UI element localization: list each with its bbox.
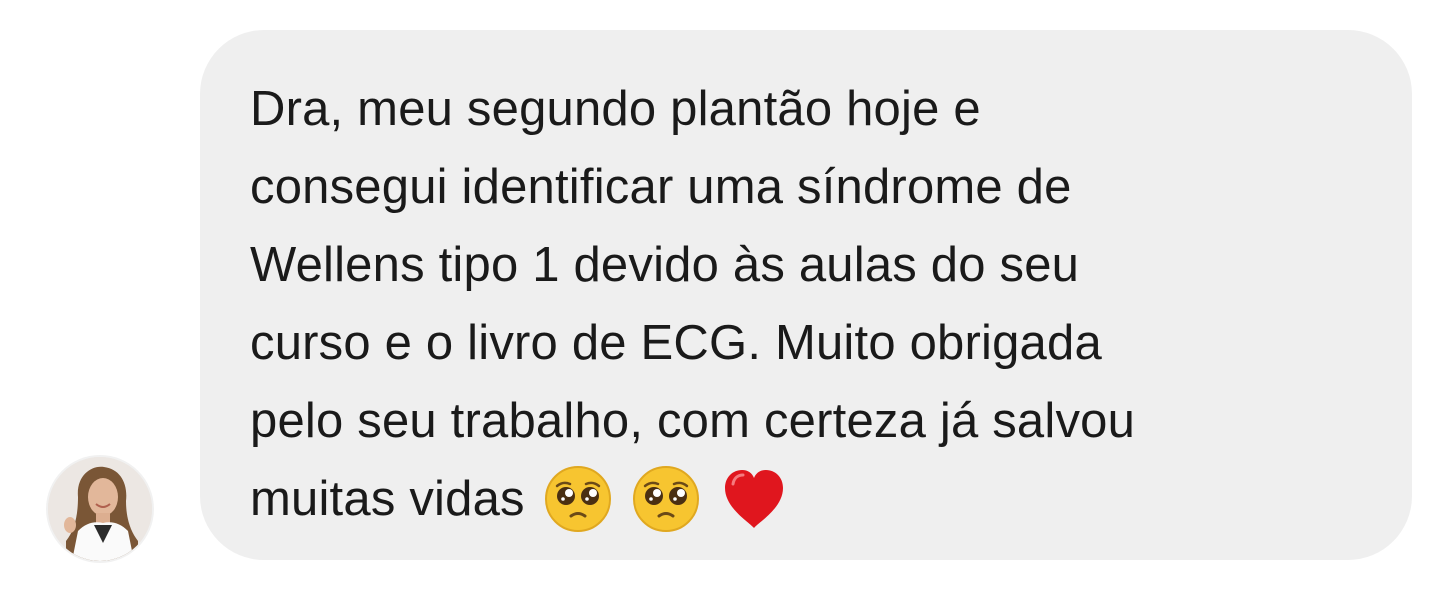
message-line: Dra, meu segundo plantão hoje e [250,82,981,136]
message-line: curso e o livro de ECG. Muito obrigada [250,316,1102,370]
pleading-face-icon [631,464,701,534]
message-row: Dra, meu segundo plantão hoje e consegui… [0,0,1436,596]
message-line: consegui identificar uma síndrome de [250,160,1072,214]
avatar-photo [48,457,152,561]
message-line: pelo seu trabalho, com certeza já salvou [250,394,1136,448]
red-heart-icon [719,464,789,534]
message-bubble[interactable]: Dra, meu segundo plantão hoje e consegui… [200,30,1412,560]
pleading-face-icon [543,464,613,534]
message-line: muitas vidas [250,472,525,526]
message-last-line: muitas vidas [250,460,1372,538]
sender-avatar[interactable] [48,457,152,561]
message-line: Wellens tipo 1 devido às aulas do seu [250,238,1080,292]
